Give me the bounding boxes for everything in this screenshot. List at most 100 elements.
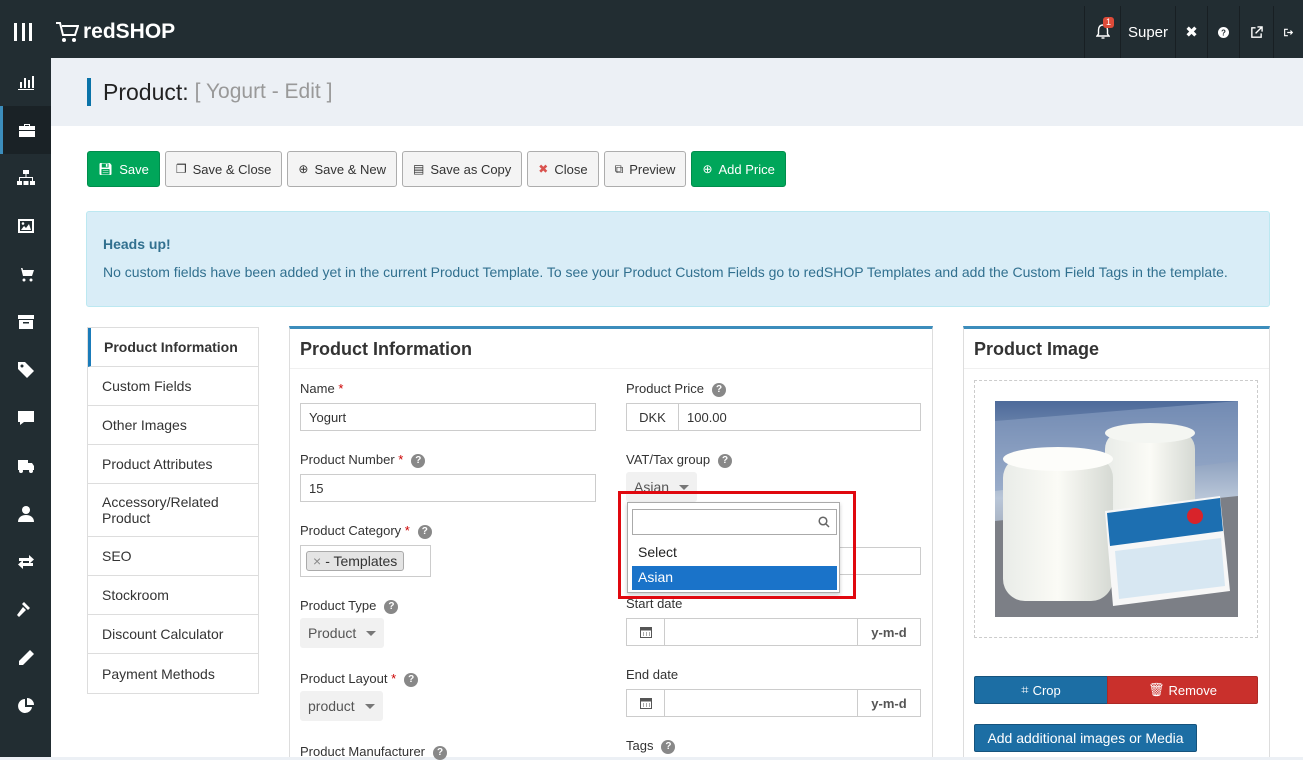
sidebar	[0, 58, 51, 757]
help-icon[interactable]: ?	[712, 382, 727, 397]
top-right-menu: 1 Super ✖ ?	[1084, 6, 1303, 58]
product-number-label: Product Number *?	[300, 452, 426, 468]
help-icon[interactable]: ?	[661, 739, 676, 754]
tab-product-information[interactable]: Product Information	[88, 328, 258, 367]
truck-icon[interactable]	[0, 442, 51, 490]
product-layout-label: Product Layout *?	[300, 671, 419, 687]
price-value: 100.00	[687, 409, 727, 425]
save-new-button[interactable]: ⊕ Save & New	[287, 151, 398, 187]
product-layout-select[interactable]: product	[300, 691, 383, 721]
floppy-icon: 💾︎	[98, 162, 114, 176]
cart-logo-icon	[56, 22, 79, 42]
close-button[interactable]: ✖ Close	[527, 151, 599, 187]
date-format-addon: y-m-d	[857, 690, 920, 716]
pie-chart-icon[interactable]	[0, 682, 51, 730]
product-manufacturer-label: Product Manufacturer?	[300, 744, 448, 760]
tab-custom-fields[interactable]: Custom Fields	[88, 367, 258, 406]
help-icon[interactable]: ?	[404, 672, 419, 687]
page-title: Product: [ Yogurt - Edit ]	[87, 78, 332, 106]
briefcase-icon[interactable]	[0, 106, 51, 154]
tab-product-attributes[interactable]: Product Attributes	[88, 445, 258, 484]
tab-seo[interactable]: SEO	[88, 537, 258, 576]
exchange-icon[interactable]	[0, 538, 51, 586]
product-category-label: Product Category *?	[300, 523, 432, 539]
tab-payment-methods[interactable]: Payment Methods	[88, 654, 258, 693]
page-subtitle: [ Yogurt - Edit ]	[194, 80, 333, 103]
archive-icon[interactable]	[0, 298, 51, 346]
tag-icon[interactable]	[0, 346, 51, 394]
external-link-icon[interactable]	[1239, 6, 1273, 58]
notifications-button[interactable]: 1	[1084, 6, 1120, 58]
alert-heading: Heads up!	[103, 236, 171, 252]
end-date-input[interactable]: y-m-d	[626, 689, 921, 717]
alert-body: No custom fields have been added yet in …	[103, 264, 1228, 280]
joomla-icon[interactable]: ✖	[1175, 6, 1207, 58]
end-date-label: End date	[626, 667, 679, 682]
copy-icon: ▤	[413, 162, 425, 176]
sitemap-icon[interactable]	[0, 154, 51, 202]
remove-image-button[interactable]: 🗑︎ Remove	[1107, 676, 1258, 704]
notification-badge: 1	[1103, 17, 1115, 28]
external-link-icon: ⧉	[614, 161, 624, 176]
product-price-input[interactable]: DKK 100.00	[626, 403, 921, 431]
tab-other-images[interactable]: Other Images	[88, 406, 258, 445]
user-menu[interactable]: Super	[1120, 6, 1175, 58]
save-close-button[interactable]: ❐ Save & Close	[164, 151, 283, 187]
svg-text:?: ?	[1221, 28, 1226, 37]
product-type-select[interactable]: Product	[300, 618, 385, 648]
app-logo[interactable]: redSHOP	[55, 20, 175, 44]
image-section-title: Product Image	[964, 329, 1269, 369]
trash-icon: 🗑︎	[1148, 682, 1165, 697]
content-header: Product: [ Yogurt - Edit ]	[51, 58, 1303, 126]
save-copy-button[interactable]: ▤ Save as Copy	[402, 151, 523, 187]
remove-chip-icon[interactable]: ×	[313, 553, 321, 569]
app-name: redSHOP	[83, 20, 176, 43]
add-price-button[interactable]: ⊕ Add Price	[691, 151, 786, 187]
highlight-outline	[618, 491, 856, 599]
product-type-label: Product Type?	[300, 598, 399, 614]
help-icon[interactable]: ?	[417, 524, 432, 539]
help-icon[interactable]: ?	[384, 599, 399, 614]
image-dropzone[interactable]	[974, 380, 1258, 638]
help-icon[interactable]: ?	[433, 745, 448, 760]
vat-tax-group-label: VAT/Tax group?	[626, 452, 733, 468]
help-icon[interactable]: ?	[1207, 6, 1239, 58]
help-icon[interactable]: ?	[411, 453, 426, 468]
crop-button[interactable]: ⌗ Crop	[974, 676, 1108, 704]
tags-label: Tags?	[626, 738, 676, 754]
pencil-icon[interactable]	[0, 634, 51, 682]
plus-circle-icon: ⊕	[702, 162, 713, 176]
name-input[interactable]: Yogurt	[300, 403, 596, 431]
user-icon[interactable]	[0, 490, 51, 538]
comment-icon[interactable]	[0, 394, 51, 442]
cart-icon[interactable]	[0, 250, 51, 298]
menu-toggle-icon[interactable]	[14, 23, 32, 41]
product-price-label: Product Price?	[626, 381, 727, 397]
category-chip[interactable]: × - Templates	[306, 551, 405, 571]
tab-discount-calculator[interactable]: Discount Calculator	[88, 615, 258, 654]
gavel-icon[interactable]	[0, 586, 51, 634]
product-number-input[interactable]: 15	[300, 474, 596, 502]
name-label: Name *	[300, 381, 344, 396]
image-icon[interactable]	[0, 202, 51, 250]
tab-stockroom[interactable]: Stockroom	[88, 576, 258, 615]
chart-icon[interactable]	[0, 58, 51, 106]
yogurt-product-image	[995, 401, 1238, 617]
save-button[interactable]: 💾︎ Save	[87, 151, 160, 187]
add-media-button[interactable]: Add additional images or Media	[974, 724, 1197, 752]
crop-icon: ⌗	[1021, 682, 1029, 697]
logout-icon[interactable]	[1273, 6, 1303, 58]
chevron-down-icon	[679, 484, 690, 490]
section-title: Product Information	[290, 329, 932, 369]
close-circle-icon: ✖	[538, 162, 549, 176]
calendar-icon[interactable]	[627, 619, 665, 645]
help-icon[interactable]: ?	[718, 453, 733, 468]
calendar-icon[interactable]	[627, 690, 665, 716]
product-tabs: Product Information Custom Fields Other …	[87, 327, 259, 694]
start-date-input[interactable]: y-m-d	[626, 618, 921, 646]
plus-circle-icon: ⊕	[298, 162, 309, 176]
currency-addon: DKK	[627, 404, 679, 430]
tab-accessory-related[interactable]: Accessory/Related Product	[88, 484, 258, 537]
product-category-select[interactable]: × - Templates	[300, 545, 431, 577]
preview-button[interactable]: ⧉ Preview	[603, 151, 687, 187]
